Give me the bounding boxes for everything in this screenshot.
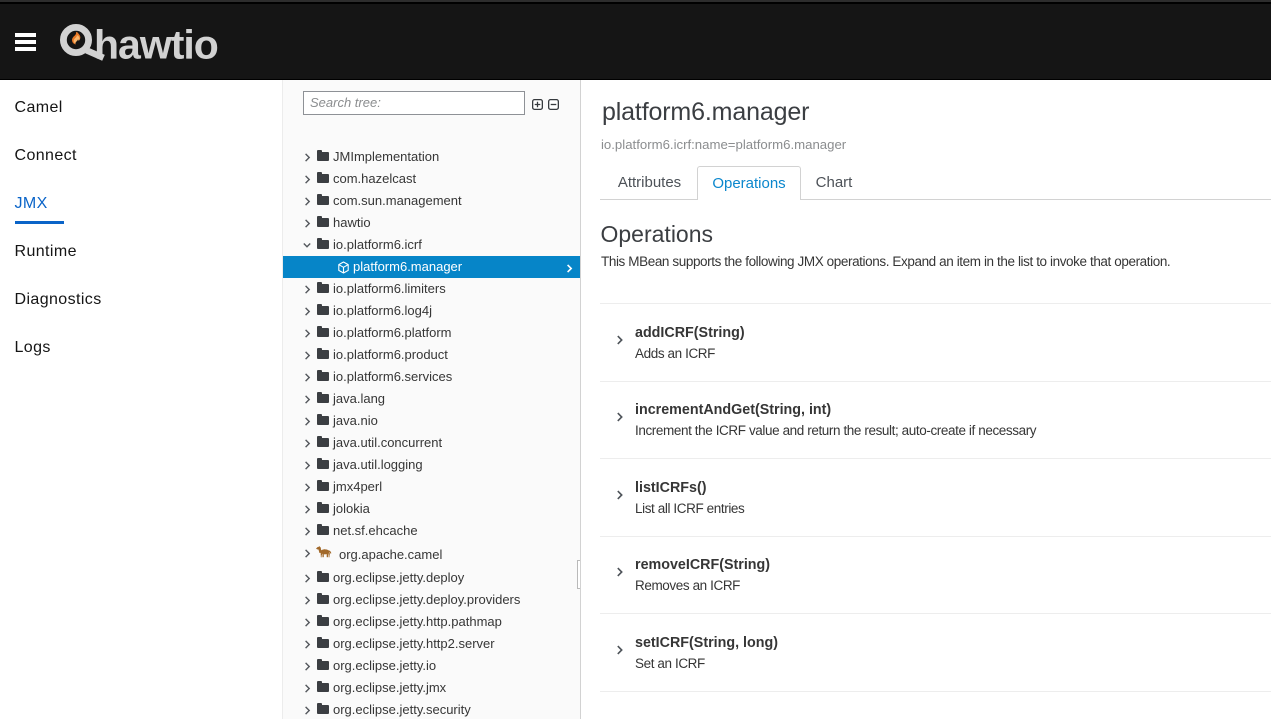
svg-text:hawtio: hawtio [94,22,218,68]
